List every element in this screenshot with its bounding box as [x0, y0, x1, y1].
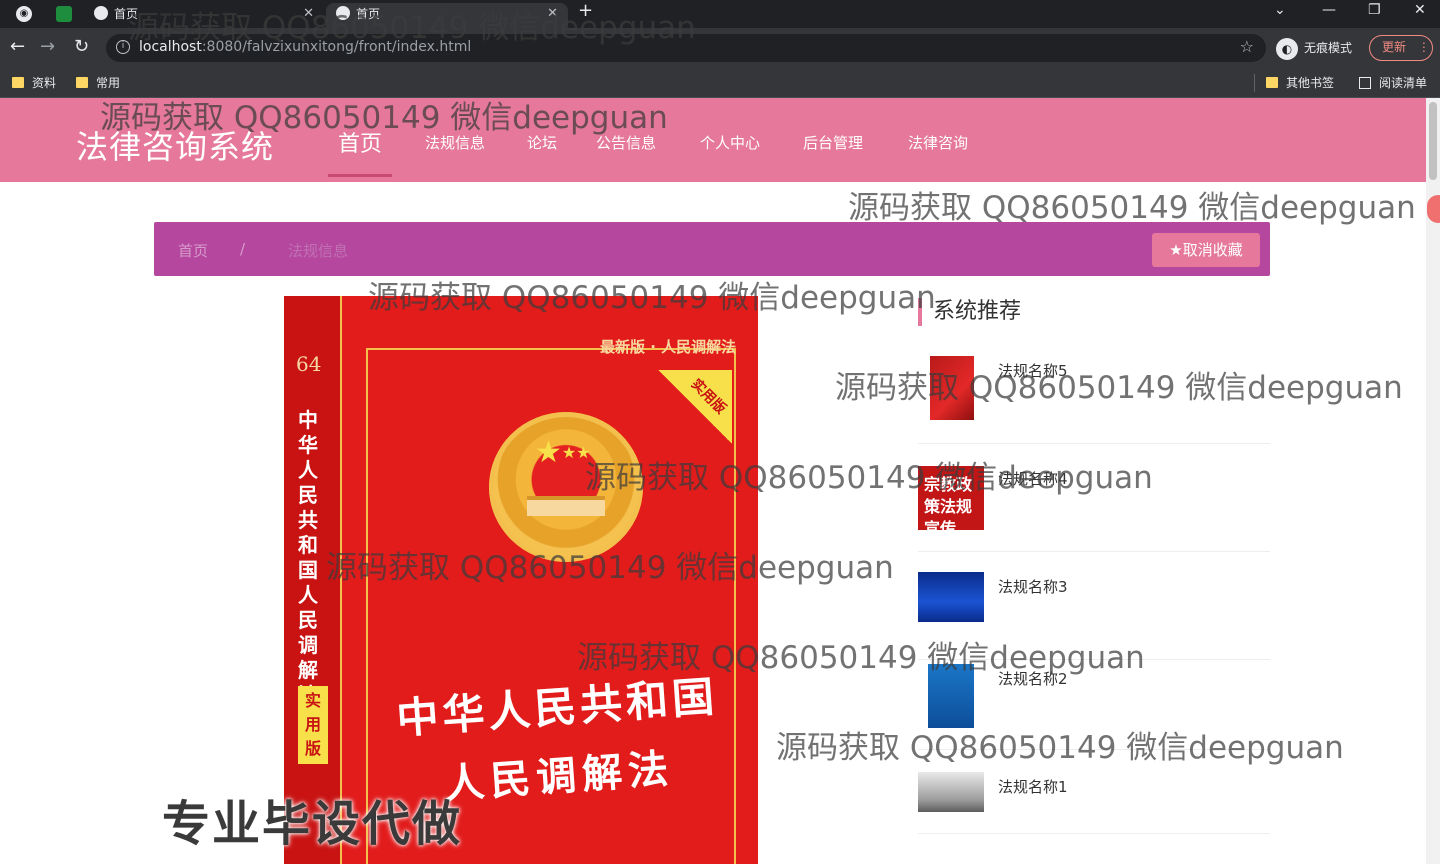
sheets-app-icon[interactable] — [56, 6, 72, 22]
corner-ribbon: 实用版 — [658, 370, 732, 444]
gate-icon — [527, 496, 605, 516]
minimize-icon[interactable]: — — [1322, 2, 1336, 18]
bookmarks-divider — [1254, 74, 1255, 92]
ribbon-label: 实用版 — [687, 376, 729, 418]
nav-legal-consultation[interactable]: 法律咨询 — [908, 132, 968, 153]
bookmark-label: 阅读清单 — [1379, 76, 1428, 90]
incognito-indicator[interactable]: ◐ 无痕模式 — [1276, 36, 1352, 60]
breadcrumb: 首页 / 法规信息 ★取消收藏 — [154, 222, 1270, 276]
star-icon: ★ — [1169, 241, 1183, 259]
watermark-text: 源码获取 QQ86050149 微信deepguan — [100, 100, 668, 136]
bookmark-folder-changyong[interactable]: 常用 — [76, 75, 120, 91]
breadcrumb-separator: / — [240, 240, 246, 258]
watermark-text: 源码获取 QQ86050149 微信deepguan — [848, 190, 1416, 226]
breadcrumb-home[interactable]: 首页 — [178, 240, 208, 261]
edition-label: 最新版 · 人民调解法 — [600, 338, 737, 356]
watermark-text: 源码获取 QQ86050149 微信deepguan — [128, 10, 696, 46]
incognito-icon: ◐ — [1276, 37, 1298, 60]
breadcrumb-current: 法规信息 — [288, 242, 349, 260]
recommend-thumbnail[interactable] — [918, 772, 984, 812]
restore-icon[interactable]: ❐ — [1368, 2, 1381, 18]
close-window-icon[interactable]: ✕ — [1414, 2, 1426, 18]
update-button[interactable]: 更新 ⋮ — [1369, 35, 1433, 61]
reading-list-icon — [1359, 77, 1371, 89]
update-label: 更新 — [1382, 40, 1407, 54]
bookmark-folder-other[interactable]: 其他书签 — [1266, 75, 1334, 91]
bookmark-star-icon[interactable]: ☆ — [1240, 37, 1254, 56]
recommend-item-name[interactable]: 法规名称3 — [998, 576, 1068, 597]
bookmark-label: 常用 — [96, 76, 121, 90]
book-number: 64 — [296, 352, 322, 376]
folder-icon — [1266, 77, 1278, 88]
watermark-text: 源码获取 QQ86050149 微信deepguan — [326, 550, 894, 586]
back-icon[interactable]: ← — [10, 37, 25, 57]
promo-overlay-text: 专业毕设代做 — [162, 796, 463, 852]
recommend-thumbnail[interactable] — [918, 572, 984, 622]
reading-list-button[interactable]: 阅读清单 — [1359, 75, 1427, 91]
watermark-text: 源码获取 QQ86050149 微信deepguan — [577, 640, 1145, 676]
reload-icon[interactable]: ↻ — [74, 37, 89, 57]
watermark-text: 源码获取 QQ86050149 微信deepguan — [585, 460, 1153, 496]
spine-tag: 实用版 — [298, 686, 328, 764]
tab-search-icon[interactable]: ⌄ — [1274, 2, 1286, 18]
chrome-globe-icon[interactable]: ◉ — [16, 6, 32, 22]
watermark-text: 源码获取 QQ86050149 微信deepguan — [835, 370, 1403, 406]
folder-icon — [12, 77, 24, 88]
forward-icon[interactable]: → — [40, 37, 55, 57]
incognito-label: 无痕模式 — [1304, 41, 1353, 55]
cancel-favorite-button[interactable]: ★取消收藏 — [1152, 233, 1260, 267]
nav-admin[interactable]: 后台管理 — [803, 132, 863, 153]
nav-active-indicator — [328, 174, 392, 177]
folder-icon — [76, 77, 88, 88]
bookmark-label: 资料 — [32, 76, 57, 90]
bookmark-folder-ziliao[interactable]: 资料 — [12, 75, 56, 91]
bookmark-label: 其他书签 — [1286, 76, 1335, 90]
page-favicon-icon — [94, 6, 108, 20]
watermark-text: 源码获取 QQ86050149 微信deepguan — [776, 730, 1344, 766]
floating-side-button[interactable] — [1427, 195, 1440, 223]
recommend-item-name[interactable]: 法规名称1 — [998, 776, 1068, 797]
scroll-thumb[interactable] — [1429, 102, 1437, 180]
nav-personal-center[interactable]: 个人中心 — [700, 132, 760, 153]
cancel-favorite-label: 取消收藏 — [1182, 241, 1243, 259]
menu-dots-icon: ⋮ — [1417, 40, 1430, 54]
spine-title: 中华人民共和国人民调解法 — [298, 408, 318, 707]
watermark-text: 源码获取 QQ86050149 微信deepguan — [368, 280, 936, 316]
stars-icon: ★★★ — [535, 435, 591, 470]
